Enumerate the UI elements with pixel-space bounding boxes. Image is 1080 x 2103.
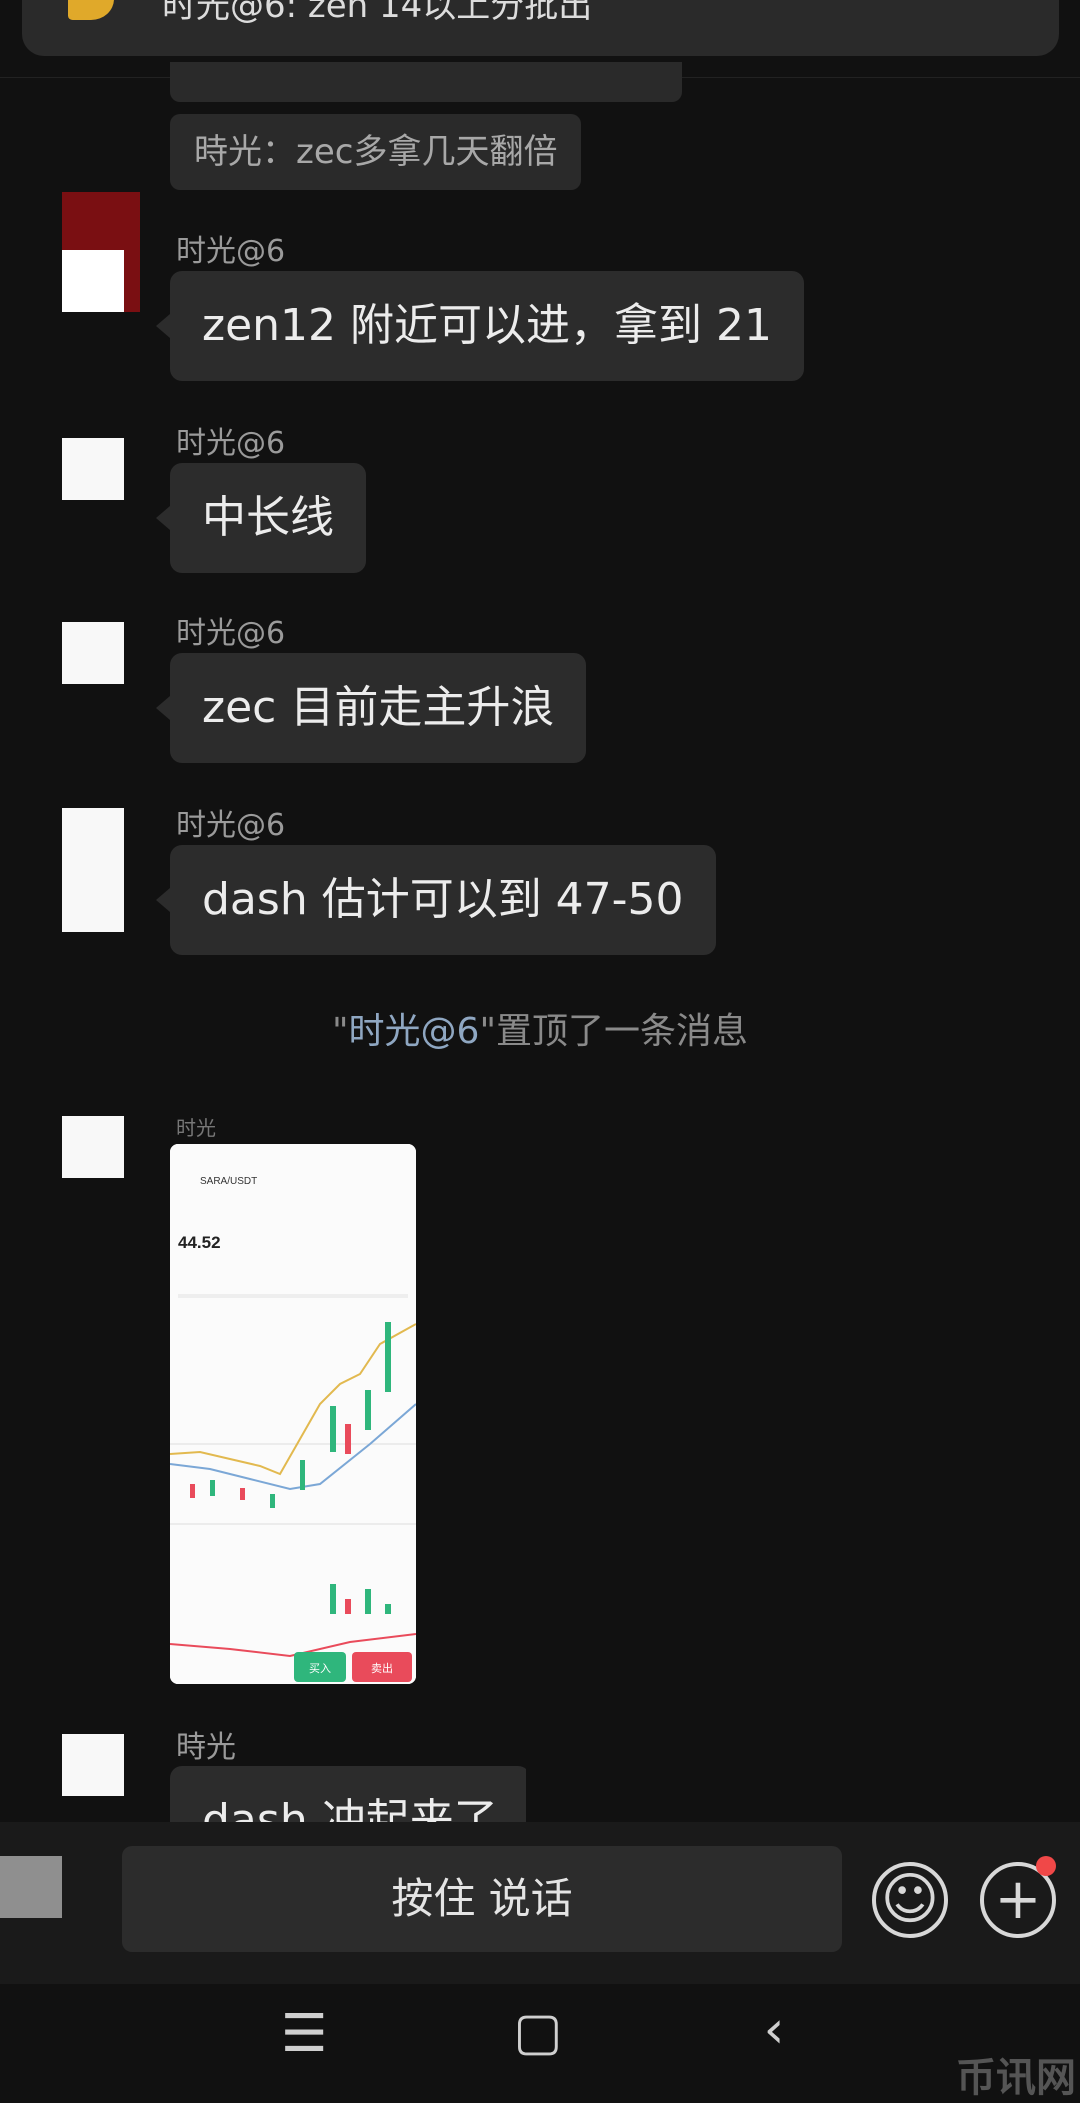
hold-to-talk-button[interactable]: 按住 说话: [122, 1846, 842, 1952]
message-sender: 時光: [176, 1730, 236, 1765]
bubble-tail: [156, 506, 170, 530]
system-notice-quote: ": [331, 1011, 349, 1052]
avatar[interactable]: [62, 438, 124, 500]
message-bubble[interactable]: dash 冲起来了: [170, 1766, 526, 1822]
avatar-overlay: [62, 250, 124, 312]
system-notice-name[interactable]: 时光@6: [349, 1011, 480, 1052]
message-sender: 时光@6: [176, 808, 286, 843]
avatar[interactable]: [62, 1116, 124, 1178]
bubble-tail: [156, 696, 170, 720]
emoji-icon[interactable]: ☺: [872, 1862, 948, 1938]
home-icon[interactable]: ▢: [498, 2002, 578, 2062]
avatar[interactable]: [62, 808, 124, 932]
message-sender: 时光: [176, 1116, 216, 1140]
avatar[interactable]: [62, 622, 124, 684]
menu-icon[interactable]: ☰: [264, 2004, 344, 2064]
message-bubble[interactable]: dash 估计可以到 47-50: [170, 845, 716, 955]
notification-badge: [1036, 1856, 1056, 1876]
bubble-tail: [156, 314, 170, 338]
back-icon[interactable]: ‹: [734, 2000, 814, 2060]
bubble-tail: [156, 888, 170, 912]
avatar[interactable]: [62, 1734, 124, 1796]
message-bubble[interactable]: zen12 附近可以进，拿到 21: [170, 271, 805, 381]
screenshot-sell: 卖出: [371, 1661, 393, 1675]
screenshot-buy: 买入: [309, 1662, 331, 1675]
quoted-message-fragment: [170, 62, 682, 102]
message-bubble[interactable]: 中长线: [170, 463, 366, 573]
pinned-message-text: 时光@6: zen 14以上分批出: [162, 0, 593, 26]
message-bubble[interactable]: zec 目前走主升浪: [170, 653, 587, 763]
screenshot-price: 44.52: [178, 1233, 221, 1252]
system-notice-text: "置顶了一条消息: [479, 1011, 749, 1052]
chart-screenshot-image[interactable]: SARA/USDT 44.52 买入 卖出: [170, 1144, 416, 1684]
chart-screenshot-svg: SARA/USDT 44.52 买入 卖出: [170, 1144, 416, 1684]
message-sender: 时光@6: [176, 234, 286, 269]
voice-toggle-icon[interactable]: [0, 1856, 62, 1918]
system-notice: "时光@6"置顶了一条消息: [0, 1002, 1080, 1054]
watermark: 币讯网: [956, 2055, 1076, 2101]
message-sender: 时光@6: [176, 616, 286, 651]
screenshot-pair: SARA/USDT: [200, 1176, 257, 1187]
quoted-message[interactable]: 時光：zec多拿几天翻倍: [170, 114, 582, 190]
message-bubble-clip: dash 冲起来了: [170, 1766, 526, 1822]
message-sender: 时光@6: [176, 426, 286, 461]
